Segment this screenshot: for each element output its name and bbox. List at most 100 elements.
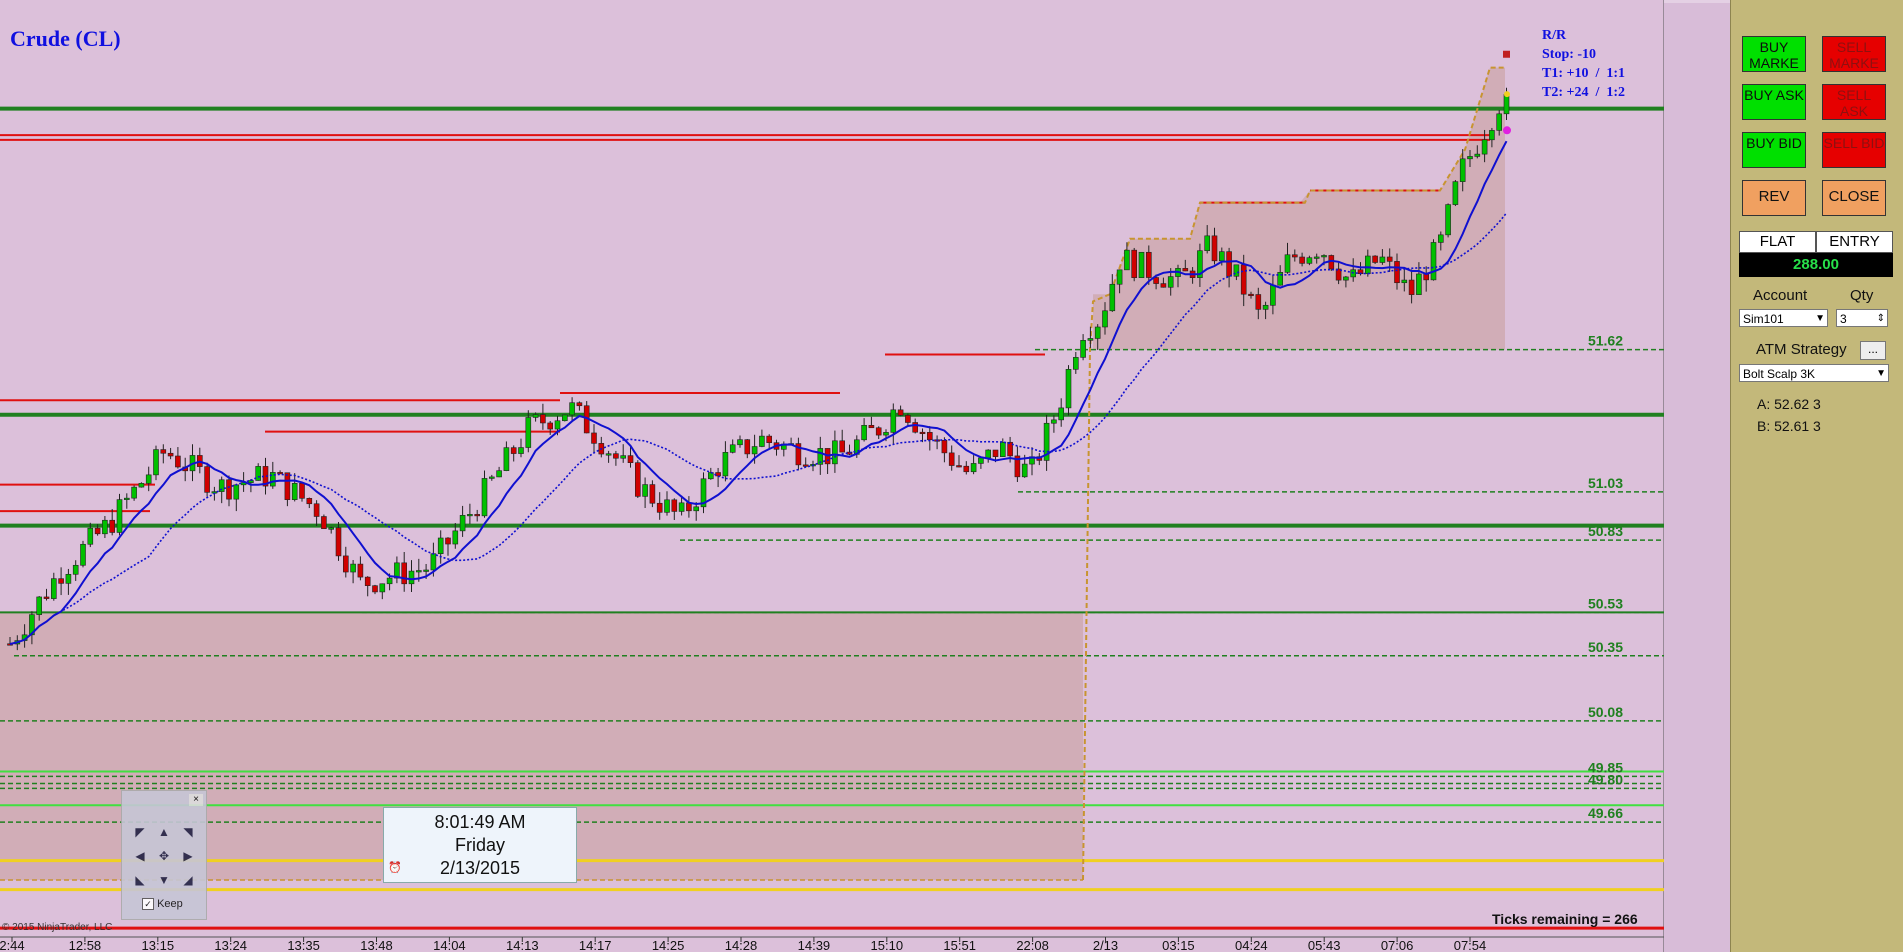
candle-body <box>488 476 495 479</box>
nav-center-icon[interactable]: ✥ <box>155 847 173 865</box>
candle-body <box>1306 257 1313 264</box>
level-label: 50.83 <box>1588 523 1623 539</box>
time-tick-label: 14:13 <box>506 938 539 952</box>
nav-left-icon[interactable]: ◀ <box>131 847 149 865</box>
candle-body <box>926 432 933 441</box>
stop-marker <box>1503 50 1510 58</box>
candle-body <box>167 452 174 457</box>
entry-path-line <box>1082 66 1505 880</box>
buy-ask-button[interactable]: BUY ASK <box>1742 84 1806 120</box>
candle-body <box>532 414 539 418</box>
candle-body <box>1496 113 1502 131</box>
candle-body <box>160 449 167 454</box>
atm-strategy-select[interactable]: Bolt Scalp 3K ▼ <box>1739 364 1889 382</box>
candle-body <box>226 479 232 500</box>
candle-body <box>313 503 320 517</box>
position-status: FLAT <box>1739 231 1816 253</box>
candle-body <box>1138 251 1145 278</box>
candle-body <box>1284 254 1291 273</box>
sell-market-button[interactable]: SELL MARKE <box>1822 36 1886 72</box>
time-tick-label: 07:06 <box>1381 938 1414 952</box>
buy-bid-button[interactable]: BUY BID <box>1742 132 1806 168</box>
navigator-keep-toggle[interactable]: ✓ Keep <box>142 898 183 911</box>
nav-down-right-icon[interactable]: ◢ <box>179 871 197 889</box>
candle-body <box>759 435 765 447</box>
candle-body <box>620 455 627 459</box>
level-label: 50.53 <box>1588 595 1623 611</box>
candle-body <box>1153 277 1159 284</box>
candle-body <box>1379 256 1386 263</box>
chart-area[interactable]: 53.0052.8052.6052.4052.2052.0051.8051.60… <box>0 0 1664 952</box>
candle-body <box>1073 357 1079 370</box>
candle-body <box>401 562 408 585</box>
candle-body <box>540 414 546 424</box>
nav-right-icon[interactable]: ▶ <box>179 847 197 865</box>
chart-navigator[interactable]: × ◤ ▲ ◥ ◀ ✥ ▶ ◣ ▼ ◢ ✓ Keep <box>121 790 207 920</box>
candle-body <box>65 573 72 584</box>
nav-up-left-icon[interactable]: ◤ <box>131 823 149 841</box>
nav-up-right-icon[interactable]: ◥ <box>179 823 197 841</box>
qty-label: Qty <box>1850 287 1874 304</box>
time-tick-label: 22:08 <box>1016 938 1049 952</box>
atm-strategy-label: ATM Strategy <box>1756 341 1847 358</box>
nav-down-icon[interactable]: ▼ <box>155 871 173 889</box>
reverse-button[interactable]: REV <box>1742 180 1806 216</box>
candle-body <box>408 570 415 585</box>
candle-body <box>992 449 999 457</box>
candle-body <box>175 455 181 468</box>
candle-body <box>875 427 882 436</box>
candle-body <box>656 502 663 513</box>
candle-body <box>1051 419 1057 424</box>
candle-body <box>350 563 356 573</box>
buy-market-button[interactable]: BUY MARKE <box>1742 36 1806 72</box>
candle-body <box>277 472 283 475</box>
candle-body <box>1204 235 1210 251</box>
candle-body <box>1430 242 1437 281</box>
level-label: 51.62 <box>1588 333 1623 349</box>
nav-up-icon[interactable]: ▲ <box>155 823 173 841</box>
keep-checkbox-icon[interactable]: ✓ <box>142 898 154 911</box>
sell-ask-button[interactable]: SELL ASK <box>1822 84 1886 120</box>
close-position-button[interactable]: CLOSE <box>1822 180 1886 216</box>
candle-body <box>627 455 634 464</box>
candle-body <box>897 409 904 416</box>
candle-body <box>985 449 992 459</box>
candle-body <box>1146 251 1152 278</box>
candle-body <box>766 435 773 443</box>
clock-time: 8:01:49 AM <box>434 812 526 832</box>
candle-body <box>503 447 510 471</box>
candle-body <box>80 543 86 566</box>
qty-stepper[interactable]: 3 ⇕ <box>1836 309 1888 327</box>
candle-body <box>605 453 612 456</box>
atm-more-button[interactable]: ... <box>1860 341 1886 360</box>
candle-body <box>1313 256 1320 259</box>
candle-body <box>1438 234 1444 243</box>
candle-body <box>87 527 94 545</box>
candle-body <box>518 447 524 454</box>
candle-body <box>116 499 123 533</box>
candle-body <box>547 422 554 430</box>
candle-body <box>978 457 984 464</box>
price-chart[interactable]: 53.0052.8052.6052.4052.2052.0051.8051.60… <box>0 0 1664 952</box>
time-tick-label: 12:58 <box>69 938 102 952</box>
candle-body <box>715 472 721 477</box>
candle-body <box>1321 255 1327 258</box>
navigator-close-icon[interactable]: × <box>189 794 203 806</box>
candle-body <box>291 482 298 500</box>
candle-body <box>1503 94 1510 115</box>
time-tick-label: 04:24 <box>1235 938 1268 952</box>
copyright-text: © 2015 NinjaTrader, LLC <box>2 922 113 933</box>
nav-down-left-icon[interactable]: ◣ <box>131 871 149 889</box>
fill-marker <box>1504 91 1510 98</box>
sell-bid-button[interactable]: SELL BID <box>1822 132 1886 168</box>
account-select[interactable]: Sim101 ▼ <box>1739 309 1828 327</box>
candle-body <box>1160 283 1167 288</box>
candle-body <box>474 514 481 517</box>
stepper-arrows-icon[interactable]: ⇕ <box>1877 310 1885 328</box>
candle-body <box>109 519 115 533</box>
candle-body <box>328 527 335 530</box>
ticks-remaining: Ticks remaining = 266 <box>1492 911 1638 927</box>
candle-body <box>357 563 364 578</box>
candle-body <box>50 578 57 599</box>
rr-stop: Stop: -10 <box>1542 47 1597 62</box>
